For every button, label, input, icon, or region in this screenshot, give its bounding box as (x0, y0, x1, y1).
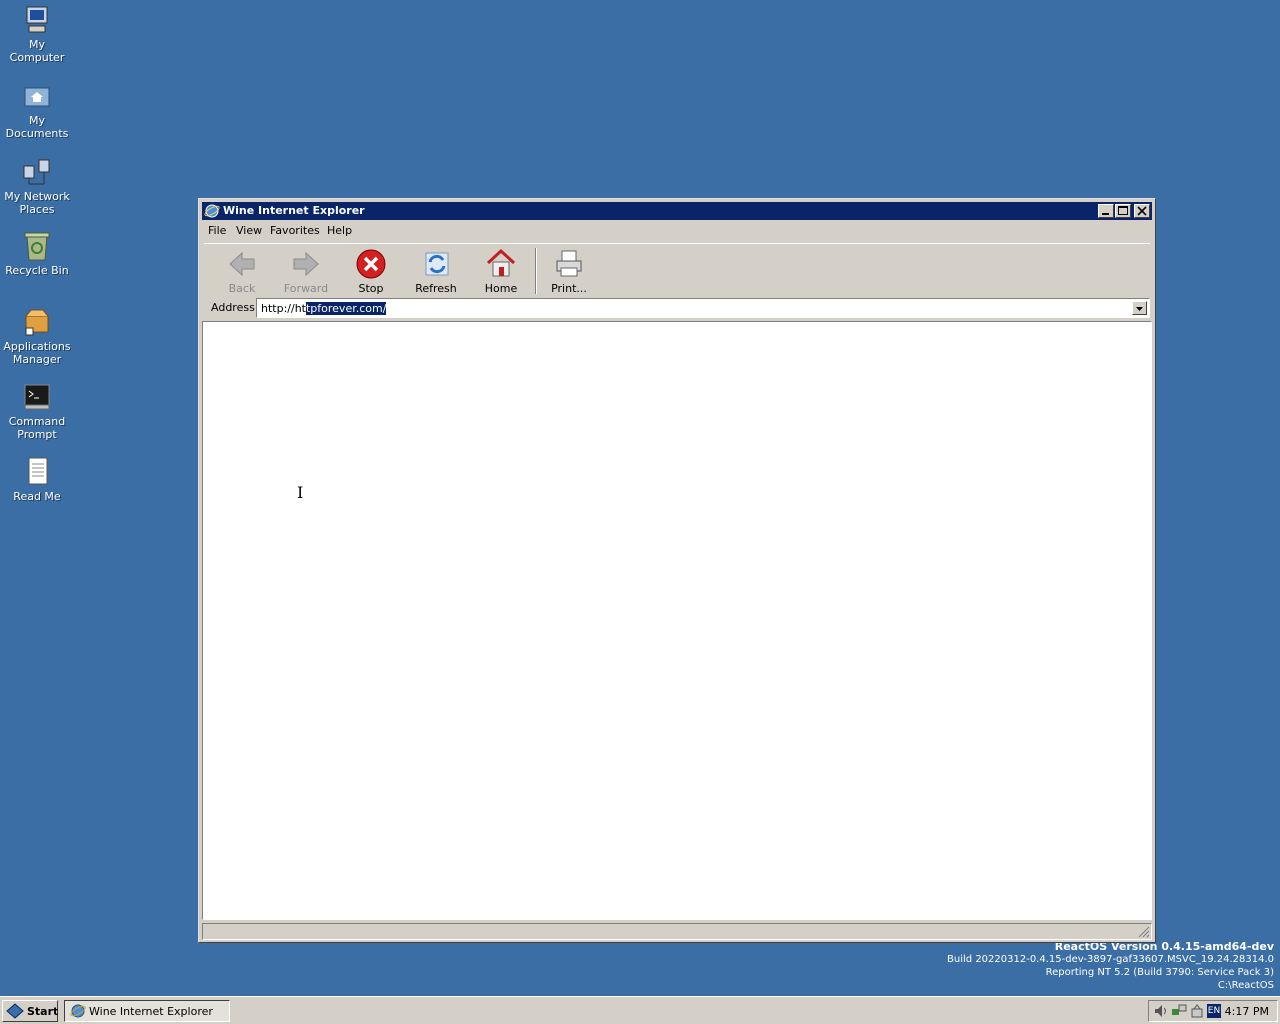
print-button[interactable]: Print... (541, 248, 597, 295)
printer-icon (553, 248, 585, 280)
recycle-bin-icon (21, 230, 53, 262)
title-bar[interactable]: Wine Internet Explorer (202, 202, 1152, 220)
refresh-label: Refresh (415, 282, 457, 295)
desktop-icon-applications-manager[interactable]: Applications Manager (0, 306, 74, 366)
documents-folder-icon (21, 80, 53, 112)
stop-icon (355, 248, 387, 280)
address-selected-text: tpforever.com/ (305, 302, 387, 315)
internet-explorer-icon (70, 1004, 86, 1018)
watermark-path: C:\ReactOS (1217, 980, 1274, 991)
address-bar: Address http://httpforever.com/ (204, 297, 1150, 319)
address-text: http://ht (261, 302, 306, 315)
system-tray: EN 4:17 PM (1148, 1000, 1278, 1022)
home-button[interactable]: Home (473, 248, 529, 295)
volume-icon[interactable] (1153, 1003, 1169, 1019)
menu-favorites[interactable]: Favorites (270, 224, 320, 237)
desktop-icon-label: Command Prompt (8, 415, 66, 441)
desktop-icon-my-computer[interactable]: My Computer (0, 4, 74, 64)
desktop-icon-label: My Network Places (4, 190, 70, 216)
forward-button[interactable]: Forward (278, 248, 334, 295)
desktop-icon-recycle-bin[interactable]: Recycle Bin (0, 230, 74, 277)
window-title: Wine Internet Explorer (223, 204, 365, 217)
address-dropdown-button[interactable] (1132, 301, 1147, 315)
start-label: Start (27, 1005, 59, 1018)
version-watermark: ReactOS Version 0.4.15-amd64-dev Build 2… (947, 940, 1274, 992)
home-icon (485, 248, 517, 280)
terminal-icon (21, 381, 53, 413)
desktop-icon-my-documents[interactable]: My Documents (0, 80, 74, 140)
internet-explorer-icon (204, 203, 220, 219)
network-icon (21, 156, 53, 188)
network-status-icon[interactable] (1171, 1003, 1187, 1019)
package-icon (21, 306, 53, 338)
reactos-logo-icon (6, 1003, 24, 1019)
menu-view[interactable]: View (236, 224, 262, 237)
clock[interactable]: 4:17 PM (1225, 1005, 1269, 1018)
toolbar: Back Forward Stop Refresh Home Print... (204, 243, 1150, 296)
text-document-icon (21, 456, 53, 488)
back-button[interactable]: Back (214, 248, 270, 295)
refresh-icon (420, 248, 452, 280)
status-bar (202, 923, 1152, 940)
watermark-nt-version: Reporting NT 5.2 (Build 3790: Service Pa… (1045, 967, 1274, 978)
language-indicator[interactable]: EN (1207, 1004, 1221, 1018)
address-label: Address (211, 301, 255, 314)
resize-grip-icon[interactable] (1138, 926, 1150, 938)
safely-remove-icon[interactable] (1189, 1003, 1205, 1019)
taskbar: Start Wine Internet Explorer EN 4:17 PM (0, 996, 1280, 1024)
desktop-icon-label: Recycle Bin (5, 264, 69, 277)
text-cursor-icon: I (297, 483, 304, 502)
address-input[interactable]: http://httpforever.com/ (256, 298, 1150, 318)
forward-arrow-icon (290, 248, 322, 280)
back-label: Back (228, 282, 256, 295)
taskbar-item-internet-explorer[interactable]: Wine Internet Explorer (64, 1000, 230, 1022)
print-label: Print... (551, 282, 587, 295)
desktop-icon-read-me[interactable]: Read Me (0, 456, 74, 503)
menu-help[interactable]: Help (327, 224, 352, 237)
desktop-icon-label: Applications Manager (3, 340, 71, 366)
browser-window: Wine Internet Explorer File View Favorit… (198, 198, 1156, 943)
stop-label: Stop (358, 282, 384, 295)
toolbar-separator (535, 248, 537, 294)
computer-icon (21, 4, 53, 36)
home-label: Home (484, 282, 518, 295)
desktop-icon-label: Read Me (13, 490, 61, 503)
refresh-button[interactable]: Refresh (408, 248, 464, 295)
forward-label: Forward (283, 282, 329, 295)
close-button[interactable] (1134, 204, 1150, 218)
maximize-button[interactable] (1115, 204, 1131, 218)
minimize-button[interactable] (1098, 204, 1114, 218)
taskbar-item-label: Wine Internet Explorer (89, 1005, 213, 1018)
desktop-icon-command-prompt[interactable]: Command Prompt (0, 381, 74, 441)
start-button[interactable]: Start (2, 1000, 58, 1022)
watermark-build: Build 20220312-0.4.15-dev-3897-gaf33607.… (947, 954, 1274, 965)
desktop-icon-label: My Computer (9, 38, 65, 64)
stop-button[interactable]: Stop (343, 248, 399, 295)
desktop-icon-label: My Documents (5, 114, 69, 140)
page-content[interactable] (202, 321, 1152, 920)
menu-bar: File View Favorites Help (202, 221, 1152, 240)
back-arrow-icon (226, 248, 258, 280)
menu-file[interactable]: File (208, 224, 226, 237)
desktop-icon-my-network-places[interactable]: My Network Places (0, 156, 74, 216)
